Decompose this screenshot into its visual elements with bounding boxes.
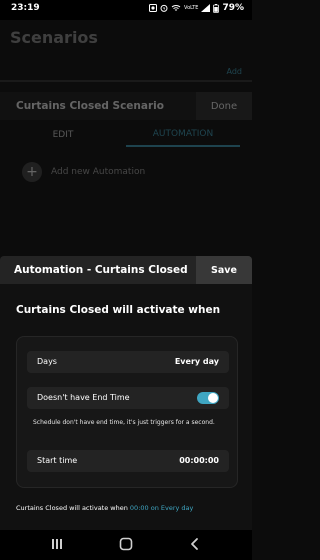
add-automation-button[interactable]: + Add new Automation <box>22 162 145 182</box>
sheet-header: Automation - Curtains Closed Save <box>0 256 252 284</box>
status-icons: VoLTE 79% <box>149 3 244 13</box>
scenario-title: Curtains Closed Scenario <box>16 100 164 112</box>
summary-prefix: Curtains Closed will activate when <box>16 504 130 512</box>
schedule-card: Days Every day Doesn't have End Time Sch… <box>16 336 238 488</box>
status-time: 23:19 <box>11 3 40 13</box>
days-row[interactable]: Days Every day <box>27 351 229 373</box>
activate-heading: Curtains Closed will activate when <box>16 304 221 316</box>
back-icon[interactable] <box>188 537 202 551</box>
start-time-value: 00:00:00 <box>179 456 219 465</box>
tab-edit[interactable]: EDIT <box>0 123 126 147</box>
plus-icon: + <box>22 162 42 182</box>
activation-summary: Curtains Closed will activate when 00:00… <box>16 504 193 512</box>
wifi-icon <box>171 5 181 11</box>
days-value: Every day <box>174 357 219 366</box>
automation-sheet: Automation - Curtains Closed Save Curtai… <box>0 256 252 540</box>
summary-highlight: 00:00 on Every day <box>129 504 194 512</box>
save-button[interactable]: Save <box>196 256 252 284</box>
battery-percent: 79% <box>222 3 244 13</box>
divider <box>0 80 252 82</box>
days-label: Days <box>37 357 57 366</box>
add-automation-label: Add new Automation <box>51 167 146 177</box>
done-button[interactable]: Done <box>196 92 252 120</box>
home-icon[interactable] <box>119 537 133 551</box>
battery-icon <box>213 3 220 13</box>
alarm-clock-icon <box>160 4 168 12</box>
signal-icon <box>201 4 211 12</box>
scenarios-title: Scenarios <box>10 28 98 47</box>
end-time-note: Schedule don't have end time, it's just … <box>33 419 215 426</box>
sheet-title: Automation - Curtains Closed <box>14 264 188 276</box>
recents-icon[interactable] <box>50 537 64 551</box>
status-bar: 23:19 VoLTE 79% <box>0 0 252 20</box>
add-scenario-link[interactable]: Add <box>227 67 243 76</box>
end-time-row: Doesn't have End Time <box>27 387 229 409</box>
end-time-label: Doesn't have End Time <box>37 393 130 402</box>
tab-automation[interactable]: AUTOMATION <box>126 123 240 147</box>
scenario-tabs: EDIT AUTOMATION <box>0 123 252 147</box>
end-time-toggle[interactable] <box>197 392 219 404</box>
scenario-header: Curtains Closed Scenario Done <box>0 92 252 120</box>
toggle-knob <box>208 393 218 403</box>
network-label: VoLTE <box>184 5 199 11</box>
start-time-label: Start time <box>37 456 78 465</box>
photo-icon <box>149 4 158 12</box>
start-time-row[interactable]: Start time 00:00:00 <box>27 450 229 472</box>
navigation-bar <box>0 530 252 560</box>
